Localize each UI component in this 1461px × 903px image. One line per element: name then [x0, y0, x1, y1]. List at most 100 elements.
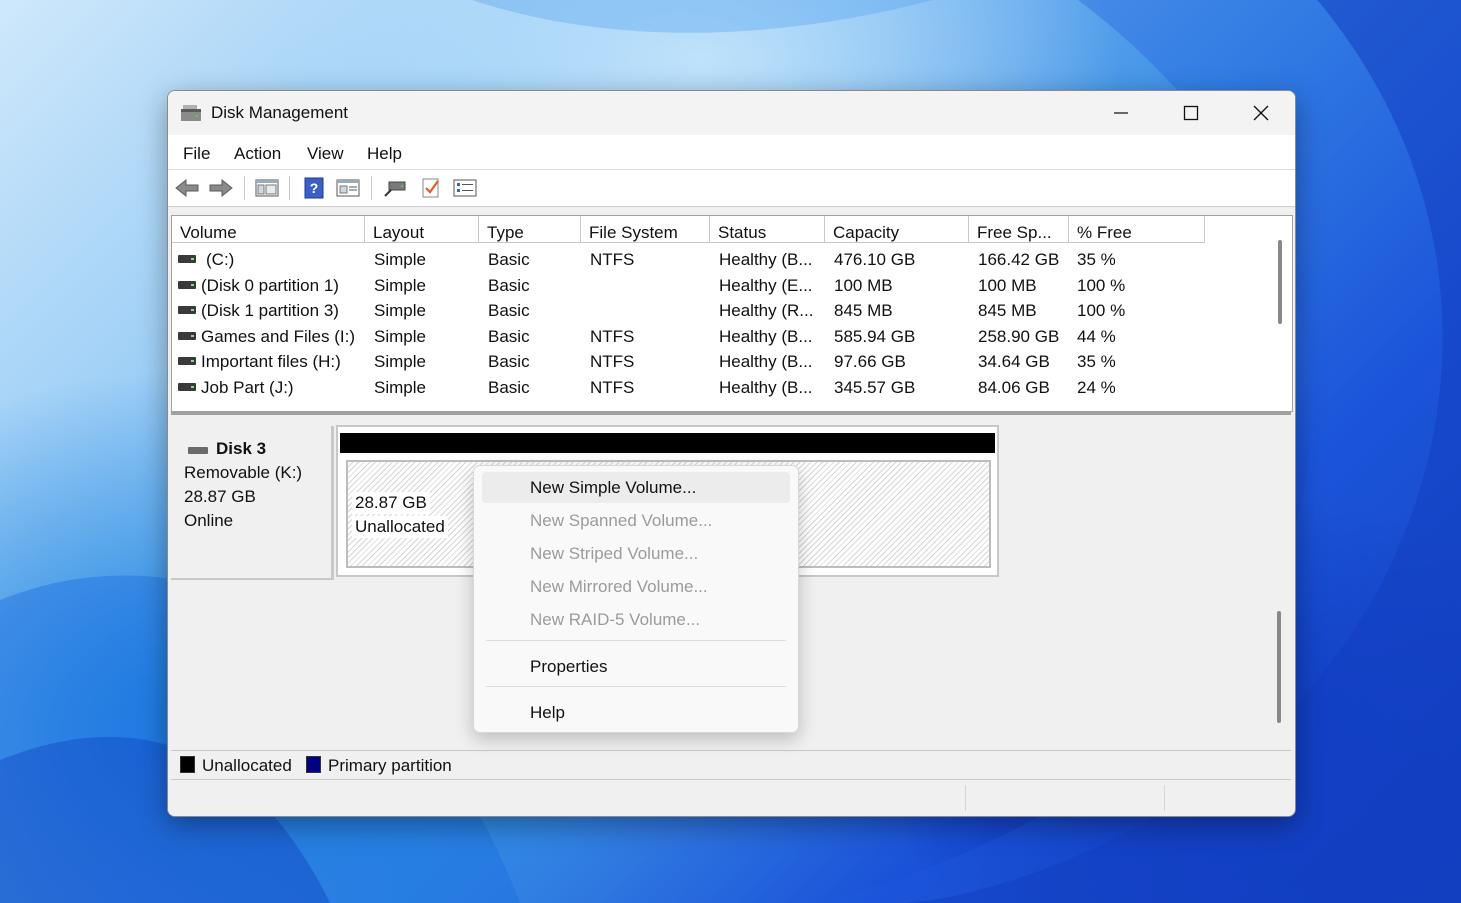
connect-button[interactable]: [382, 176, 408, 200]
disk-type: Removable (K:): [184, 463, 303, 482]
toolbar-separator: [371, 176, 372, 200]
type-cell: Basic: [488, 352, 530, 371]
column-header-percent-free[interactable]: % Free: [1069, 216, 1205, 243]
menu-item-new-simple-volume[interactable]: New Simple Volume...: [482, 472, 790, 503]
legend-unallocated: Unallocated: [202, 756, 292, 775]
capacity-cell: 345.57 GB: [834, 378, 916, 397]
disk-pane-scrollbar[interactable]: [1277, 611, 1281, 723]
console-tree-button[interactable]: [254, 176, 280, 200]
column-header-layout[interactable]: Layout: [365, 216, 479, 243]
help-icon: ?: [304, 177, 324, 199]
primary-partition-swatch: [306, 756, 321, 773]
context-menu: New Simple Volume... New Spanned Volume.…: [473, 465, 799, 733]
toolbar: ?: [168, 170, 1295, 207]
layout-cell: Simple: [374, 378, 426, 397]
column-header-status[interactable]: Status: [710, 216, 825, 243]
menu-file[interactable]: File: [183, 144, 210, 164]
table-row[interactable]: Job Part (J:) Simple Basic NTFS Healthy …: [172, 375, 1268, 400]
check-button[interactable]: [418, 176, 444, 200]
table-row[interactable]: (Disk 1 partition 3) Simple Basic Health…: [172, 298, 1268, 323]
volume-list-scrollbar[interactable]: [1278, 240, 1282, 324]
column-header-type[interactable]: Type: [479, 216, 581, 243]
toolbar-separator: [244, 176, 245, 200]
volume-name: (C:): [206, 250, 235, 269]
status-divider: [1164, 785, 1165, 811]
capacity-cell: 476.10 GB: [834, 250, 916, 269]
console-tree-icon: [255, 179, 279, 197]
type-cell: Basic: [488, 378, 530, 397]
status-cell: Healthy (B...: [719, 378, 813, 397]
unallocated-swatch: [180, 756, 195, 773]
volume-name: Games and Files (I:): [201, 327, 355, 346]
legend-primary-partition: Primary partition: [328, 756, 452, 775]
percent-free-cell: 24 %: [1077, 378, 1116, 397]
free-space-cell: 34.64 GB: [978, 352, 1050, 371]
column-header-file-system[interactable]: File System: [581, 216, 710, 243]
menu-view[interactable]: View: [307, 144, 344, 164]
status-cell: Healthy (E...: [719, 276, 813, 295]
menu-separator: [486, 640, 786, 641]
window-title: Disk Management: [211, 103, 349, 122]
settings-list-button[interactable]: [452, 176, 478, 200]
connect-icon: [384, 181, 406, 197]
capacity-cell: 97.66 GB: [834, 352, 906, 371]
disk-3-label[interactable]: Disk 3 Removable (K:) 28.87 GB Online: [171, 426, 334, 580]
table-row[interactable]: (C:) Simple Basic NTFS Healthy (B... 476…: [172, 247, 1268, 272]
free-space-cell: 258.90 GB: [978, 327, 1060, 346]
free-space-cell: 84.06 GB: [978, 378, 1050, 397]
menu-item-help[interactable]: Help: [482, 697, 790, 728]
legend-bar: Unallocated Primary partition: [171, 750, 1291, 780]
maximize-button[interactable]: [1156, 91, 1226, 135]
status-divider: [965, 785, 966, 811]
menu-item-properties[interactable]: Properties: [482, 651, 790, 682]
drive-icon: [178, 332, 196, 340]
menu-item-new-striped-volume: New Striped Volume...: [530, 544, 699, 563]
menu-item-new-raid5-volume: New RAID-5 Volume...: [530, 610, 701, 629]
table-row[interactable]: Important files (H:) Simple Basic NTFS H…: [172, 349, 1268, 374]
type-cell: Basic: [488, 276, 530, 295]
disk-size: 28.87 GB: [184, 487, 256, 506]
capacity-cell: 585.94 GB: [834, 327, 916, 346]
type-cell: Basic: [488, 250, 530, 269]
forward-button[interactable]: [208, 176, 234, 200]
column-header-capacity[interactable]: Capacity: [825, 216, 969, 243]
back-button[interactable]: [174, 176, 200, 200]
title-bar: Disk Management: [168, 91, 1295, 135]
layout-cell: Simple: [374, 276, 426, 295]
column-header-volume[interactable]: Volume: [172, 216, 365, 243]
drive-icon: [178, 306, 196, 314]
drive-icon: [178, 383, 196, 391]
drive-icon: [178, 357, 196, 365]
close-button[interactable]: [1226, 91, 1295, 135]
filesystem-cell: NTFS: [590, 250, 635, 269]
disk-management-icon: [181, 105, 201, 121]
percent-free-cell: 100 %: [1077, 276, 1126, 295]
filesystem-cell: NTFS: [590, 327, 635, 346]
properties-button[interactable]: [335, 176, 361, 200]
menu-action[interactable]: Action: [234, 144, 281, 164]
menu-bar: File Action View Help: [168, 135, 1295, 170]
drive-icon: [178, 281, 196, 289]
table-row[interactable]: (Disk 0 partition 1) Simple Basic Health…: [172, 273, 1268, 298]
percent-free-cell: 44 %: [1077, 327, 1116, 346]
partition-size: 28.87 GB: [352, 492, 430, 514]
percent-free-cell: 35 %: [1077, 352, 1116, 371]
percent-free-cell: 100 %: [1077, 301, 1126, 320]
pane-splitter[interactable]: [171, 411, 1291, 415]
help-button[interactable]: ?: [301, 176, 327, 200]
volume-list-pane: Volume Layout Type File System Status Ca…: [171, 215, 1293, 412]
minimize-button[interactable]: [1086, 91, 1156, 135]
free-space-cell: 100 MB: [978, 276, 1037, 295]
volume-name: (Disk 1 partition 3): [201, 301, 339, 320]
status-cell: Healthy (B...: [719, 250, 813, 269]
layout-cell: Simple: [374, 352, 426, 371]
column-header-free-space[interactable]: Free Sp...: [969, 216, 1069, 243]
volume-name: Job Part (J:): [201, 378, 294, 397]
maximize-icon: [1183, 105, 1199, 121]
volume-name: (Disk 0 partition 1): [201, 276, 339, 295]
status-bar: [168, 781, 1295, 816]
table-row[interactable]: Games and Files (I:) Simple Basic NTFS H…: [172, 324, 1268, 349]
menu-help[interactable]: Help: [367, 144, 402, 164]
filesystem-cell: NTFS: [590, 378, 635, 397]
volume-name: Important files (H:): [201, 352, 341, 371]
